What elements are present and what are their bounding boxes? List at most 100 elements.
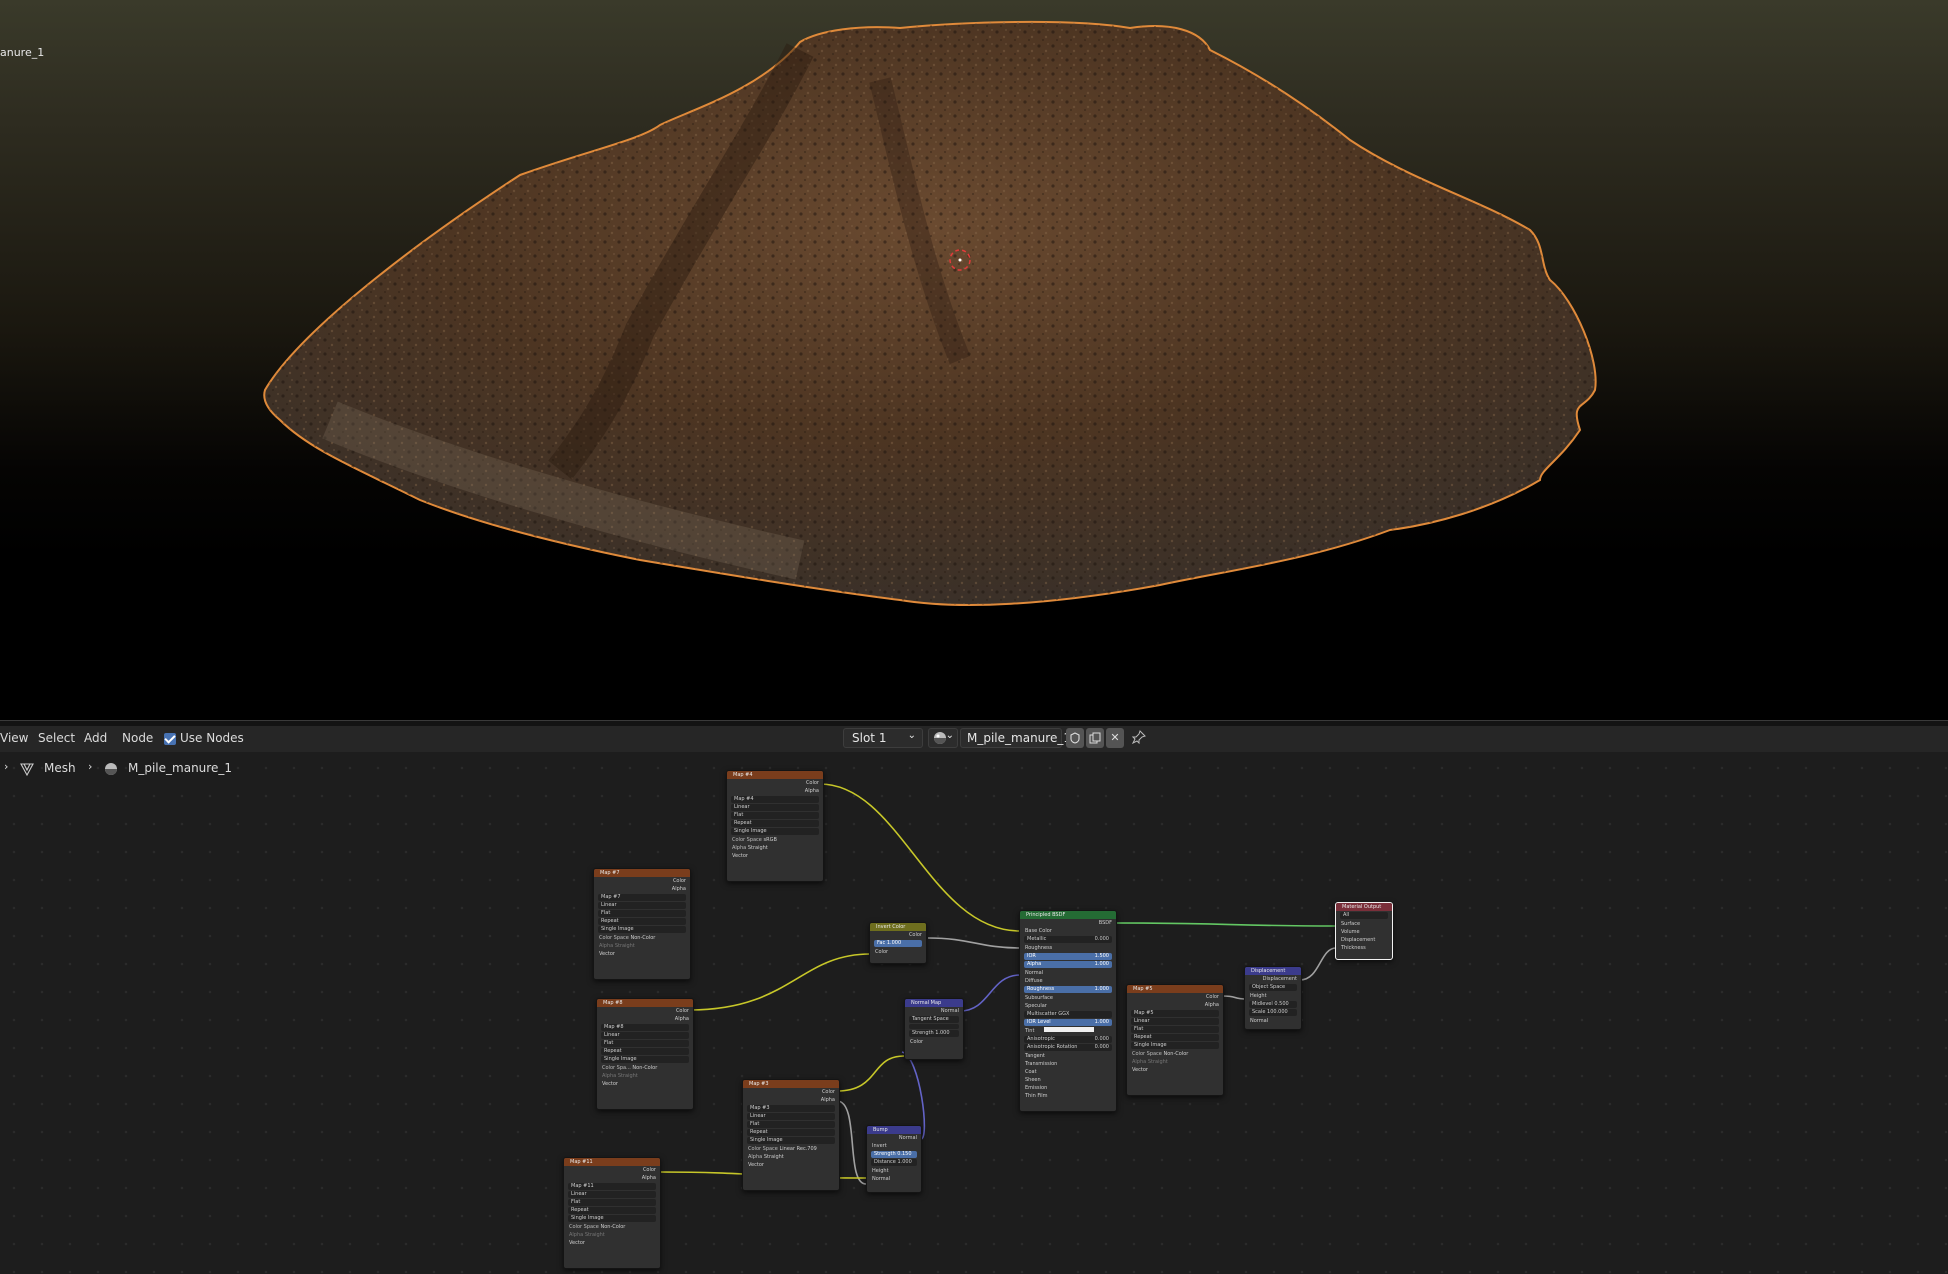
image-field[interactable]: Map #7 <box>598 894 686 901</box>
ior-level-value[interactable]: 1.000 <box>1095 1019 1112 1026</box>
image-field[interactable]: Map #3 <box>747 1105 835 1112</box>
interpolation-dropdown[interactable]: Linear <box>731 804 819 811</box>
extension-dropdown[interactable]: Repeat <box>601 1048 689 1055</box>
output-color[interactable]: Color <box>564 1166 660 1174</box>
panel-transmission[interactable]: Transmission <box>1020 1060 1116 1068</box>
image-field[interactable]: Map #8 <box>601 1024 689 1031</box>
input-tangent[interactable]: Tangent <box>1020 1052 1116 1060</box>
output-bsdf[interactable]: BSDF <box>1020 919 1116 927</box>
output-color[interactable]: Color <box>594 877 690 885</box>
input-normal[interactable]: Normal <box>867 1175 921 1183</box>
metallic-value[interactable]: 0.000 <box>1095 936 1112 943</box>
color-space-dropdown[interactable]: Linear Rec.709 <box>779 1146 816 1152</box>
panel-thin-film[interactable]: Thin Film <box>1020 1092 1116 1100</box>
input-height[interactable]: Height <box>1245 992 1301 1000</box>
anisotropic-rotation-value[interactable]: 0.000 <box>1095 1044 1112 1051</box>
panel-specular[interactable]: Specular <box>1020 1002 1116 1010</box>
output-normal[interactable]: Normal <box>905 1007 963 1015</box>
input-normal[interactable]: Normal <box>1245 1017 1301 1025</box>
input-normal[interactable]: Normal <box>1020 969 1116 977</box>
panel-emission[interactable]: Emission <box>1020 1084 1116 1092</box>
color-space-dropdown[interactable]: sRGB <box>763 837 776 843</box>
alpha-dropdown[interactable]: Straight <box>618 1073 638 1079</box>
source-dropdown[interactable]: Single Image <box>1131 1042 1219 1049</box>
color-space-dropdown[interactable]: Non-Color <box>1163 1051 1188 1057</box>
strength-value[interactable]: 1.000 <box>935 1030 949 1036</box>
alpha-dropdown[interactable]: Straight <box>585 1232 605 1238</box>
extension-dropdown[interactable]: Repeat <box>1131 1034 1219 1041</box>
shader-node-editor[interactable]: View Select Add Node Use Nodes Slot 1 ⌄ … <box>0 726 1948 1274</box>
output-alpha[interactable]: Alpha <box>743 1096 839 1104</box>
invert-color-node[interactable]: Invert Color Color Fac 1.000 Color <box>869 922 927 964</box>
output-alpha[interactable]: Alpha <box>727 787 823 795</box>
extension-dropdown[interactable]: Repeat <box>598 918 686 925</box>
input-thickness[interactable]: Thickness <box>1336 944 1392 952</box>
interpolation-dropdown[interactable]: Linear <box>1131 1018 1219 1025</box>
source-dropdown[interactable]: Single Image <box>598 926 686 933</box>
input-vector[interactable]: Vector <box>743 1161 839 1169</box>
bump-node[interactable]: Bump Normal Invert Strength 0.150 Distan… <box>866 1125 922 1193</box>
strength-value[interactable]: 0.150 <box>897 1151 911 1157</box>
3d-viewport[interactable]: anure_1 <box>0 0 1948 720</box>
input-vector[interactable]: Vector <box>594 950 690 958</box>
input-color[interactable]: Color <box>870 948 926 956</box>
color-space-dropdown[interactable]: Non-Color <box>630 935 655 941</box>
uv-map-field[interactable] <box>909 1024 959 1029</box>
interpolation-dropdown[interactable]: Linear <box>747 1113 835 1120</box>
interpolation-dropdown[interactable]: Linear <box>598 902 686 909</box>
output-alpha[interactable]: Alpha <box>1127 1001 1223 1009</box>
input-volume[interactable]: Volume <box>1336 928 1392 936</box>
source-dropdown[interactable]: Single Image <box>731 828 819 835</box>
extension-dropdown[interactable]: Repeat <box>731 820 819 827</box>
tint-swatch[interactable] <box>1044 1027 1095 1032</box>
panel-coat[interactable]: Coat <box>1020 1068 1116 1076</box>
output-color[interactable]: Color <box>1127 993 1223 1001</box>
color-space-dropdown[interactable]: Non-Color <box>632 1065 657 1071</box>
scale-value[interactable]: 100.000 <box>1267 1009 1288 1015</box>
anisotropic-value[interactable]: 0.000 <box>1095 1036 1112 1043</box>
input-height[interactable]: Height <box>867 1167 921 1175</box>
source-dropdown[interactable]: Single Image <box>747 1137 835 1144</box>
output-alpha[interactable]: Alpha <box>594 885 690 893</box>
projection-dropdown[interactable]: Flat <box>731 812 819 819</box>
output-color[interactable]: Color <box>727 779 823 787</box>
input-vector[interactable]: Vector <box>564 1239 660 1247</box>
image-texture-node-map5[interactable]: Map #5 Color Alpha Map #5 Linear Flat Re… <box>1126 984 1224 1096</box>
displacement-node[interactable]: Displacement Displacement Object Space H… <box>1244 966 1302 1030</box>
image-field[interactable]: Map #5 <box>1131 1010 1219 1017</box>
distance-value[interactable]: 1.000 <box>897 1159 911 1165</box>
space-dropdown[interactable]: Tangent Space <box>909 1016 959 1023</box>
alpha-dropdown[interactable]: Straight <box>1148 1059 1168 1065</box>
alpha-dropdown[interactable]: Straight <box>764 1154 784 1160</box>
principled-bsdf-node[interactable]: Principled BSDF BSDF Base Color Metallic… <box>1019 910 1117 1112</box>
invert-checkbox[interactable]: Invert <box>867 1142 921 1150</box>
projection-dropdown[interactable]: Flat <box>601 1040 689 1047</box>
input-vector[interactable]: Vector <box>727 852 823 860</box>
output-alpha[interactable]: Alpha <box>564 1174 660 1182</box>
input-color[interactable]: Color <box>905 1038 963 1046</box>
normal-map-node[interactable]: Normal Map Normal Tangent Space Strength… <box>904 998 964 1060</box>
target-dropdown[interactable]: All <box>1340 912 1388 919</box>
input-surface[interactable]: Surface <box>1336 920 1392 928</box>
projection-dropdown[interactable]: Flat <box>598 910 686 917</box>
output-normal[interactable]: Normal <box>867 1134 921 1142</box>
diffuse-roughness-value[interactable]: 1.000 <box>1095 986 1112 993</box>
input-displacement[interactable]: Displacement <box>1336 936 1392 944</box>
output-color[interactable]: Color <box>870 931 926 939</box>
source-dropdown[interactable]: Single Image <box>601 1056 689 1063</box>
image-field[interactable]: Map #11 <box>568 1183 656 1190</box>
input-base-color[interactable]: Base Color <box>1020 927 1116 935</box>
projection-dropdown[interactable]: Flat <box>747 1121 835 1128</box>
panel-diffuse[interactable]: Diffuse <box>1020 977 1116 985</box>
fac-value[interactable]: 1.000 <box>887 940 901 946</box>
space-dropdown[interactable]: Object Space <box>1249 984 1297 991</box>
image-texture-node-map4[interactable]: Map #4 Color Alpha Map #4 Linear Flat Re… <box>726 770 824 882</box>
image-texture-node-map7[interactable]: Map #7 Color Alpha Map #7 Linear Flat Re… <box>593 868 691 980</box>
interpolation-dropdown[interactable]: Linear <box>601 1032 689 1039</box>
alpha-value[interactable]: 1.000 <box>1095 961 1112 968</box>
image-field[interactable]: Map #4 <box>731 796 819 803</box>
input-vector[interactable]: Vector <box>597 1080 693 1088</box>
alpha-dropdown[interactable]: Straight <box>748 845 768 851</box>
output-displacement[interactable]: Displacement <box>1245 975 1301 983</box>
midlevel-value[interactable]: 0.500 <box>1274 1001 1288 1007</box>
